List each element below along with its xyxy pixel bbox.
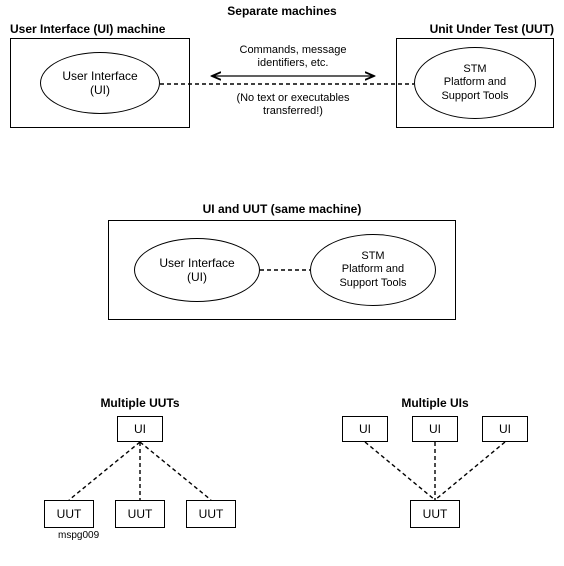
link-note-bottom: (No text or executables transferred!) (206, 92, 380, 118)
stm-ellipse-2: STM Platform and Support Tools (310, 234, 436, 306)
multiple-uuts-title: Multiple UUTs (60, 396, 220, 410)
multiple-uis-title: Multiple UIs (360, 396, 510, 410)
ui-ellipse-1: User Interface (UI) (40, 52, 160, 114)
separate-machines-title: Separate machines (0, 4, 564, 18)
ui-ellipse-2: User Interface (UI) (134, 238, 260, 302)
link-note-top: Commands, message identifiers, etc. (206, 44, 380, 70)
same-machine-title: UI and UUT (same machine) (0, 202, 564, 216)
ui-box-1: UI (342, 416, 388, 442)
uut-label: Unit Under Test (UUT) (384, 22, 554, 36)
ui-box-3: UI (482, 416, 528, 442)
uut-bottom-box: UUT (410, 500, 460, 528)
uut-box-3: UUT (186, 500, 236, 528)
ui-top-box: UI (117, 416, 163, 442)
stm-ellipse-1: STM Platform and Support Tools (414, 47, 536, 119)
ui-machine-label: User Interface (UI) machine (10, 22, 190, 36)
ui-box-2: UI (412, 416, 458, 442)
uut-box-2: UUT (115, 500, 165, 528)
uut-box-1: UUT (44, 500, 94, 528)
figure-code: mspg009 (58, 530, 99, 541)
